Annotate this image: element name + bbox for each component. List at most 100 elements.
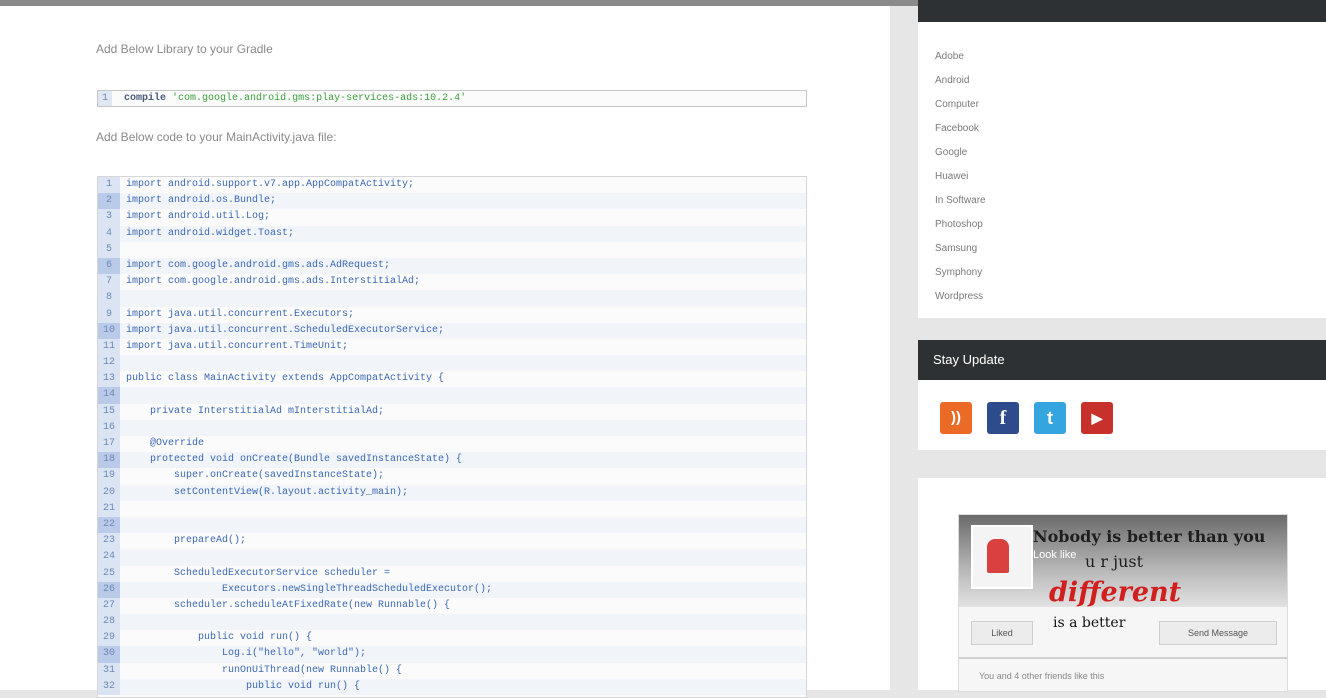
intro-activity-text: Add Below code to your MainActivity.java…	[96, 130, 337, 144]
code-line: 7 import com.google.android.gms.ads.Inter…	[98, 274, 806, 291]
twitter-icon[interactable]: t	[1034, 402, 1066, 434]
category-link[interactable]: In Software	[935, 189, 986, 213]
code-line-number: 19	[98, 468, 120, 485]
code-line-text: setContentView(R.layout.activity_main);	[126, 486, 409, 498]
code-line-number: 17	[98, 436, 120, 453]
code-line-text: import android.support.v7.app.AppCompatA…	[126, 179, 415, 190]
code-line-text: import java.util.concurrent.ScheduledExe…	[126, 324, 445, 336]
code-line-number: 21	[98, 500, 120, 517]
code-line-number: 16	[98, 419, 120, 436]
social-icons-row: )) f t ▶	[940, 402, 1113, 434]
category-link[interactable]: Wordpress	[935, 285, 986, 309]
stay-updated-title: Stay Update	[918, 340, 1326, 380]
code-line-number: 5	[98, 241, 120, 258]
code-line-text: Log.i("hello", "world");	[126, 648, 367, 660]
code-line: 9 import java.util.concurrent.Executors;	[98, 306, 806, 323]
gradle-keyword: compile	[124, 93, 167, 104]
code-line-number: 3	[98, 209, 120, 226]
code-line: 1 import android.support.v7.app.AppCompat…	[98, 177, 806, 194]
youtube-icon[interactable]: ▶	[1081, 402, 1113, 434]
code-line-text: import android.util.Log;	[126, 211, 271, 223]
code-line-number: 28	[98, 614, 120, 631]
code-line-text: public void run() {	[126, 680, 361, 692]
code-line-number: 32	[98, 678, 120, 695]
code-line: 6 import com.google.android.gms.ads.AdReq…	[98, 257, 806, 275]
code-line: 27 scheduler.scheduleAtFixedRate(new Run…	[98, 597, 806, 615]
code-line-number: 7	[98, 274, 120, 291]
code-line-text: Executors.newSingleThreadScheduledExecut…	[126, 583, 493, 595]
code-line: 24	[98, 549, 806, 566]
code-line: 23 prepareAd();	[98, 533, 806, 550]
code-line-text: import java.util.concurrent.TimeUnit;	[126, 340, 349, 352]
code-line-number: 4	[98, 225, 120, 242]
code-line: 14	[98, 387, 806, 404]
code-line-number: 1	[98, 177, 120, 194]
code-line: 22	[98, 516, 806, 534]
code-line-number: 22	[98, 516, 120, 534]
categories-widget: Adobe Android Computer Facebook Google Huawei…	[918, 0, 1326, 318]
category-link[interactable]: Google	[935, 141, 986, 165]
code-line-number: 27	[98, 597, 120, 615]
gradle-dependency: 'com.google.android.gms:play-services-ad…	[172, 93, 467, 104]
code-line-number: 18	[98, 452, 120, 469]
categories-list: Adobe Android Computer Facebook Google Huawei…	[935, 45, 986, 309]
code-line: 5	[98, 241, 806, 258]
category-link[interactable]: Samsung	[935, 237, 986, 261]
intro-gradle-text: Add Below Library to your Gradle	[96, 42, 273, 56]
code-line-number: 31	[98, 662, 120, 679]
java-code-block: 1 import android.support.v7.app.AppCompat…	[97, 176, 807, 698]
banner-text-line2: u r just	[1085, 552, 1144, 571]
code-line-text: public void run() {	[126, 632, 313, 644]
category-link[interactable]: Huawei	[935, 165, 986, 189]
code-line-number: 26	[98, 581, 120, 598]
category-link[interactable]: Adobe	[935, 45, 986, 69]
code-line-text: import android.os.Bundle;	[126, 195, 277, 207]
code-line-number: 14	[98, 387, 120, 404]
code-line: 17 @Override	[98, 436, 806, 453]
code-line: 25 ScheduledExecutorService scheduler =	[98, 565, 806, 582]
banner-text-different: different	[1049, 577, 1182, 608]
code-line: 21	[98, 500, 806, 517]
rss-icon[interactable]: ))	[940, 402, 972, 434]
code-line-text: scheduler.scheduleAtFixedRate(new Runnab…	[126, 599, 451, 611]
avatar-figure	[987, 539, 1009, 573]
code-line-text: runOnUiThread(new Runnable() {	[126, 664, 403, 676]
category-link[interactable]: Computer	[935, 93, 986, 117]
main-content: Add Below Library to your Gradle 1 compi…	[0, 6, 890, 698]
facebook-icon[interactable]: f	[987, 402, 1019, 434]
code-line-number: 20	[98, 484, 120, 501]
facebook-friends-text: You and 4 other friends like this	[979, 671, 1105, 681]
facebook-page-plugin: Nobody is better than you Look like u r …	[958, 514, 1288, 692]
category-link[interactable]: Facebook	[935, 117, 986, 141]
code-line-number: 12	[98, 355, 120, 372]
banner-text-better: is a better	[1053, 615, 1126, 631]
code-line-text: protected void onCreate(Bundle savedInst…	[126, 454, 463, 466]
code-line: 18 protected void onCreate(Bundle savedI…	[98, 452, 806, 469]
code-line: 30 Log.i("hello", "world");	[98, 646, 806, 663]
code-line-number: 10	[98, 322, 120, 339]
code-line: 11 import java.util.concurrent.TimeUnit;	[98, 338, 806, 356]
code-line-number: 2	[98, 193, 120, 210]
code-line-number: 30	[98, 646, 120, 663]
categories-widget-header	[918, 0, 1326, 22]
code-line-number: 15	[98, 403, 120, 420]
facebook-page-avatar[interactable]	[971, 525, 1033, 589]
category-link[interactable]: Photoshop	[935, 213, 986, 237]
facebook-send-message-button[interactable]: Send Message	[1159, 621, 1277, 645]
code-line-text: prepareAd();	[126, 535, 247, 547]
code-line: 8	[98, 290, 806, 307]
code-line-text: import com.google.android.gms.ads.Inters…	[126, 276, 421, 288]
category-link[interactable]: Symphony	[935, 261, 986, 285]
code-line: 26 Executors.newSingleThreadScheduledExe…	[98, 581, 806, 598]
facebook-liked-button[interactable]: Liked	[971, 621, 1033, 645]
code-line-text: import android.widget.Toast;	[126, 227, 295, 239]
code-line: 28	[98, 614, 806, 631]
facebook-page-name[interactable]: Nobody is better than you	[1033, 527, 1265, 546]
code-line-number: 29	[98, 630, 120, 647]
code-line-number: 13	[98, 371, 120, 388]
code-line: 10 import java.util.concurrent.ScheduledE…	[98, 322, 806, 339]
facebook-page-widget: Nobody is better than you Look like u r …	[918, 478, 1326, 692]
code-line: 29 public void run() {	[98, 630, 806, 647]
code-line-text: import com.google.android.gms.ads.AdRequ…	[126, 259, 391, 271]
category-link[interactable]: Android	[935, 69, 986, 93]
